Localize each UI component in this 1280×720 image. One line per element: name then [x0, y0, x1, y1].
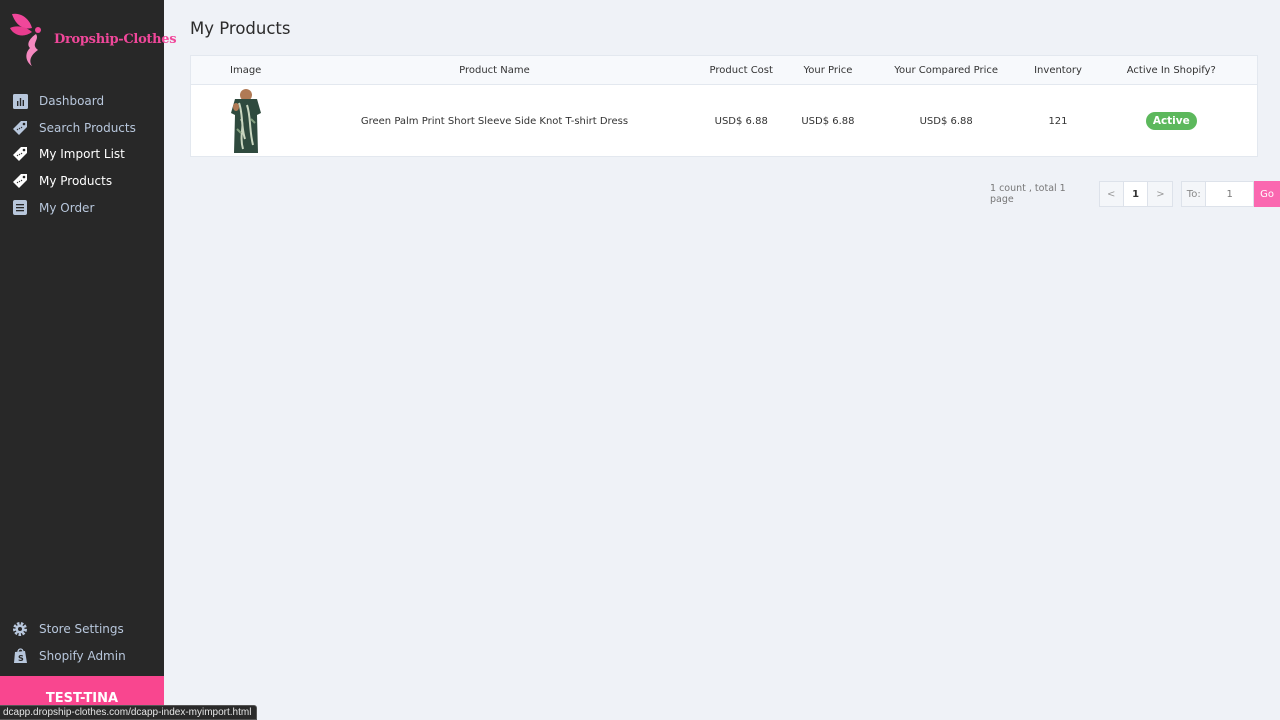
table-header: Image Product Name Product Cost Your Pri… [191, 56, 1257, 85]
gear-icon [12, 621, 28, 637]
svg-text:S: S [18, 654, 24, 663]
shopify-status-cell: Active [1086, 112, 1257, 130]
browser-status-url: dcapp.dropship-clothes.com/dcapp-index-m… [0, 705, 258, 720]
column-header-image: Image [230, 64, 262, 76]
sidebar-item-label: My Order [39, 200, 95, 215]
sidebar-bottom-nav: Store Settings S Shopify Admin [0, 616, 164, 669]
next-page-button[interactable]: > [1148, 181, 1174, 207]
sidebar-item-shopify-admin[interactable]: S Shopify Admin [0, 643, 164, 670]
sidebar-item-dashboard[interactable]: Dashboard [0, 88, 164, 115]
tag-icon [12, 120, 28, 136]
column-header-your-price: Your Price [803, 64, 853, 76]
sidebar-item-label: Search Products [39, 120, 136, 135]
sidebar-item-my-order[interactable]: My Order [0, 194, 164, 221]
sidebar-nav: Dashboard Search Products My Import List… [0, 88, 164, 221]
product-image-cell [191, 89, 300, 153]
column-header-active-in-shopify: Active In Shopify? [1126, 64, 1216, 76]
go-button[interactable]: Go [1254, 181, 1280, 207]
product-name[interactable]: Green Palm Print Short Sleeve Side Knot … [300, 116, 688, 127]
sidebar-item-my-products[interactable]: My Products [0, 168, 164, 195]
column-header-inventory: Inventory [1034, 64, 1082, 76]
page-1-button[interactable]: 1 [1123, 181, 1149, 207]
column-header-product-cost: Product Cost [709, 64, 773, 76]
column-header-compared-price: Your Compared Price [894, 64, 999, 76]
brand-name: Dropship-Clothes [54, 32, 177, 47]
go-to-page-input[interactable] [1206, 181, 1255, 207]
inventory-count: 121 [1048, 115, 1068, 127]
sidebar-item-store-settings[interactable]: Store Settings [0, 616, 164, 643]
prev-page-button[interactable]: < [1098, 181, 1124, 207]
product-cost: USD$ 6.88 [714, 115, 768, 127]
go-to-label: To: [1181, 181, 1207, 207]
your-compared-price: USD$ 6.88 [919, 115, 973, 127]
sidebar-item-search-products[interactable]: Search Products [0, 115, 164, 142]
sidebar: Dropship-Clothes Dashboard Search Produc… [0, 0, 177, 720]
products-table: Image Product Name Product Cost Your Pri… [190, 55, 1258, 157]
column-header-product-name: Product Name [459, 64, 530, 76]
page-title: My Products [190, 19, 291, 38]
sidebar-item-my-import-list[interactable]: My Import List [0, 141, 164, 168]
tag-icon [12, 173, 28, 189]
document-icon [12, 200, 28, 216]
shopify-bag-icon: S [12, 648, 28, 664]
sidebar-item-label: Store Settings [39, 622, 124, 637]
sidebar-item-label: Dashboard [39, 94, 105, 109]
sidebar-item-label: My Import List [39, 147, 125, 162]
sidebar-item-label: Shopify Admin [39, 648, 126, 663]
your-price: USD$ 6.88 [801, 115, 855, 127]
butterfly-fairy-icon [10, 13, 41, 66]
brand-logo[interactable]: Dropship-Clothes [8, 10, 177, 70]
bar-chart-icon [12, 93, 28, 109]
table-row[interactable]: Green Palm Print Short Sleeve Side Knot … [191, 85, 1257, 157]
sidebar-item-label: My Products [39, 174, 113, 189]
product-thumbnail[interactable] [226, 89, 265, 153]
pagination-info: 1 count , total 1 page [990, 183, 1066, 205]
pagination: 1 count , total 1 page < 1 > To: Go [990, 181, 1280, 207]
tag-icon [12, 146, 28, 162]
status-badge: Active [1145, 112, 1197, 130]
